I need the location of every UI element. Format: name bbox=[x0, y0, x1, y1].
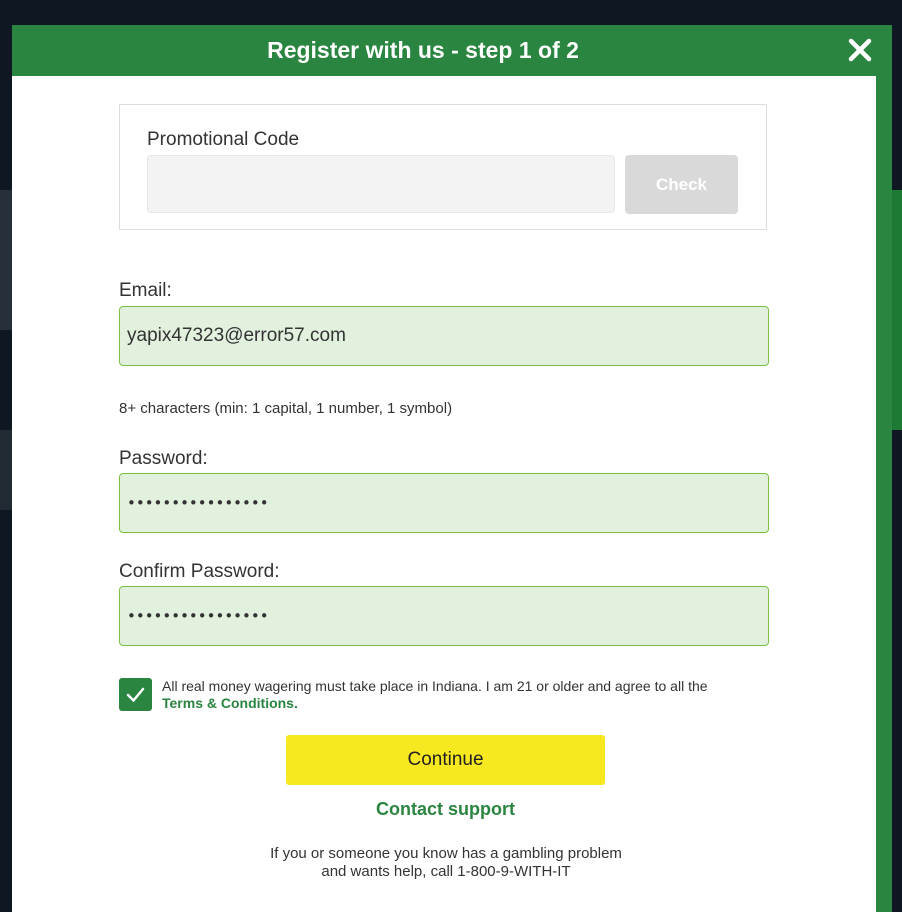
backdrop-stripe bbox=[0, 190, 12, 330]
confirm-password-label: Confirm Password: bbox=[119, 561, 280, 582]
modal-title: Register with us - step 1 of 2 bbox=[267, 37, 579, 63]
contact-support-link[interactable]: Contact support bbox=[286, 799, 605, 820]
terms-statement: All real money wagering must take place … bbox=[162, 678, 708, 694]
terms-text: All real money wagering must take place … bbox=[162, 678, 752, 712]
check-promo-button[interactable]: Check bbox=[625, 155, 738, 214]
registration-modal: Register with us - step 1 of 2 Promotion… bbox=[12, 25, 892, 912]
email-label: Email: bbox=[119, 280, 172, 301]
promo-code-input[interactable] bbox=[147, 155, 615, 213]
gambling-help-text: If you or someone you know has a gamblin… bbox=[186, 845, 706, 881]
promo-code-label: Promotional Code bbox=[147, 129, 300, 150]
help-line-1: If you or someone you know has a gamblin… bbox=[270, 845, 622, 862]
modal-right-rail bbox=[876, 76, 892, 912]
close-icon[interactable] bbox=[846, 36, 874, 64]
promo-code-section: Promotional Code Check bbox=[119, 104, 767, 230]
help-line-2: and wants help, call 1-800-9-WITH-IT bbox=[321, 863, 571, 880]
checkmark-icon bbox=[126, 687, 145, 702]
terms-checkbox[interactable] bbox=[119, 678, 152, 711]
password-label: Password: bbox=[119, 448, 208, 469]
backdrop-stripe bbox=[0, 430, 12, 510]
email-field[interactable]: yapix47323@error57.com bbox=[119, 306, 769, 366]
continue-button[interactable]: Continue bbox=[286, 735, 605, 785]
password-field[interactable]: •••••••••••••••• bbox=[119, 473, 769, 533]
modal-header: Register with us - step 1 of 2 bbox=[12, 25, 892, 76]
confirm-password-mask: •••••••••••••••• bbox=[127, 607, 269, 625]
confirm-password-field[interactable]: •••••••••••••••• bbox=[119, 586, 769, 646]
password-mask: •••••••••••••••• bbox=[127, 494, 269, 512]
password-hint: 8+ characters (min: 1 capital, 1 number,… bbox=[119, 400, 453, 417]
terms-conditions-link[interactable]: Terms & Conditions. bbox=[162, 695, 298, 711]
